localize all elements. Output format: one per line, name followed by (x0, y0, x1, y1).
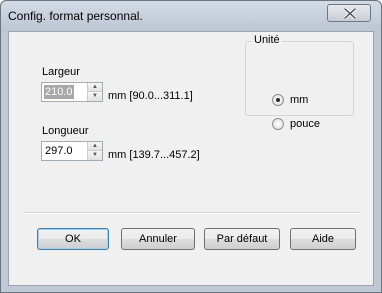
width-spin-arrows: ▲ ▼ (87, 83, 102, 101)
spin-down-arrow-icon: ▼ (92, 93, 98, 99)
title-bar[interactable]: Config. format personnal. (1, 1, 381, 31)
close-icon (344, 8, 356, 19)
width-spin-down-button[interactable]: ▼ (88, 92, 102, 101)
length-value[interactable]: 297.0 (44, 144, 74, 158)
help-button[interactable]: Aide (290, 228, 356, 250)
cancel-button[interactable]: Annuler (121, 228, 195, 250)
width-label: Largeur (42, 66, 80, 78)
width-range: mm [90.0...311.1] (108, 90, 193, 102)
close-button[interactable] (327, 4, 371, 22)
ok-button[interactable]: OK (37, 228, 109, 250)
length-range: mm [139.7...457.2] (108, 149, 200, 161)
window-title: Config. format personnal. (8, 9, 143, 23)
spin-up-arrow-icon: ▲ (92, 143, 98, 149)
radio-selected-dot (276, 98, 280, 102)
unit-group-legend: Unité (252, 34, 282, 46)
unit-radio-mm[interactable] (272, 94, 284, 106)
width-value[interactable]: 210.0 (44, 85, 74, 99)
length-spinbox[interactable]: 297.0 ▲ ▼ (41, 141, 103, 161)
length-spin-up-button[interactable]: ▲ (88, 142, 102, 151)
unit-radio-pouce[interactable] (272, 118, 284, 130)
width-spin-up-button[interactable]: ▲ (88, 83, 102, 92)
length-spin-arrows: ▲ ▼ (87, 142, 102, 160)
separator-line (24, 212, 360, 214)
length-label: Longueur (42, 125, 89, 137)
unit-radio-mm-label[interactable]: mm (290, 94, 308, 106)
spin-down-arrow-icon: ▼ (92, 152, 98, 158)
width-spinbox[interactable]: 210.0 ▲ ▼ (41, 82, 103, 102)
unit-radio-pouce-label[interactable]: pouce (290, 118, 320, 130)
spin-up-arrow-icon: ▲ (92, 84, 98, 90)
length-spin-down-button[interactable]: ▼ (88, 151, 102, 160)
default-button[interactable]: Par défaut (204, 228, 280, 250)
